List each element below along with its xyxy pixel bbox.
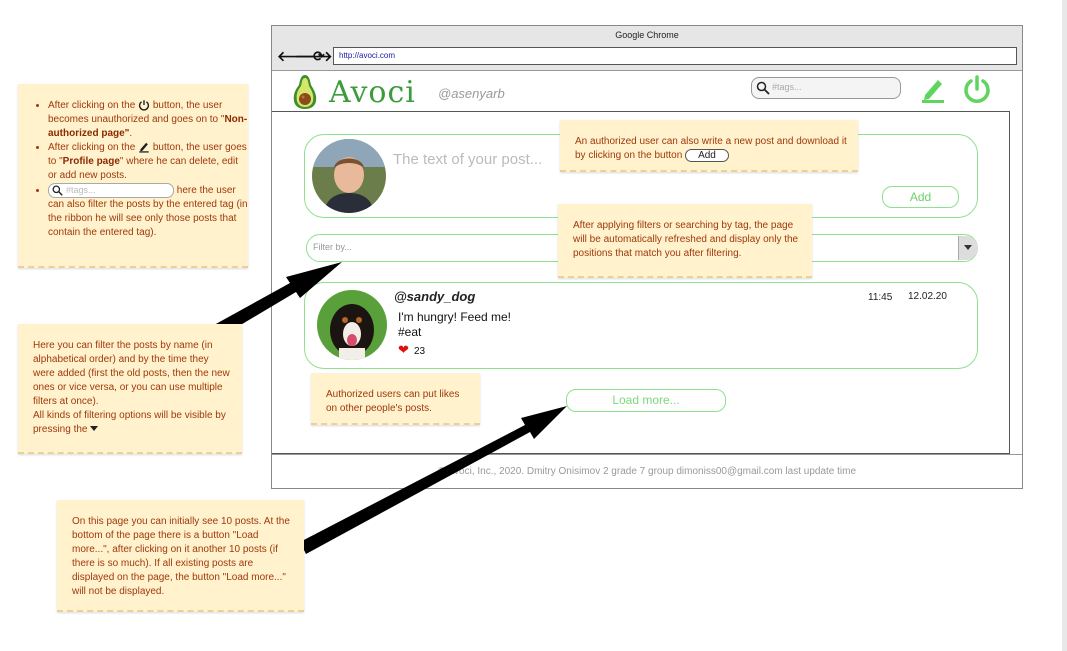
add-post-button[interactable]: Add [882,186,959,208]
brand-title[interactable]: Avoci [329,76,416,110]
post-author-avatar[interactable] [317,290,387,360]
edit-icon[interactable] [920,76,946,104]
filter-placeholder: Filter by... [313,242,352,252]
edit-icon [139,143,149,153]
note-filter: Here you can filter the posts by name (i… [18,324,242,454]
avocado-logo-icon[interactable] [292,74,318,110]
window-title: Google Chrome [272,26,1022,44]
note-load-more: On this page you can initially see 10 po… [57,500,304,612]
note-likes: Authorized users can put likes on other … [311,373,480,425]
new-post-input[interactable]: The text of your post... [393,151,542,168]
user-avatar [312,139,386,213]
note-filter-result: After applying filters or searching by t… [558,204,812,278]
post-text: I'm hungry! Feed me! [398,310,512,324]
like-count: 23 [414,346,426,357]
note-header-actions: After clicking on the button, the user b… [18,84,248,268]
power-icon[interactable] [962,74,992,104]
username: @asenyarb [438,86,505,101]
address-bar[interactable]: http://avoci.com [333,47,1017,65]
post-time: 11:45 [868,292,893,303]
reload-icon[interactable]: ⟳ [313,48,325,64]
mini-tag-search: #tags... [48,183,174,198]
post-tag[interactable]: #eat [398,325,421,339]
post-date: 12.02.20 [908,291,947,302]
search-icon [756,81,770,95]
scrollbar-track [1062,0,1067,651]
post-author[interactable]: @sandy_dog [394,289,475,304]
footer-divider [272,454,1022,455]
chevron-down-icon [90,426,99,432]
footer: © Avoci, Inc., 2020. Dmitry Onisimov 2 g… [437,466,857,477]
search-icon [52,185,63,196]
power-icon [139,100,150,111]
heart-icon[interactable]: ❤ [398,343,409,357]
note-new-post: An authorized user can also write a new … [560,120,858,172]
load-more-button[interactable]: Load more... [566,389,726,412]
tag-search-placeholder: #tags... [772,82,802,92]
mini-add-button: Add [685,149,729,162]
navigation-bar: 🡐 🡒 ⟳ http://avoci.com [272,44,1022,71]
chevron-down-icon [964,245,972,250]
tag-search-input[interactable]: #tags... [751,77,901,99]
